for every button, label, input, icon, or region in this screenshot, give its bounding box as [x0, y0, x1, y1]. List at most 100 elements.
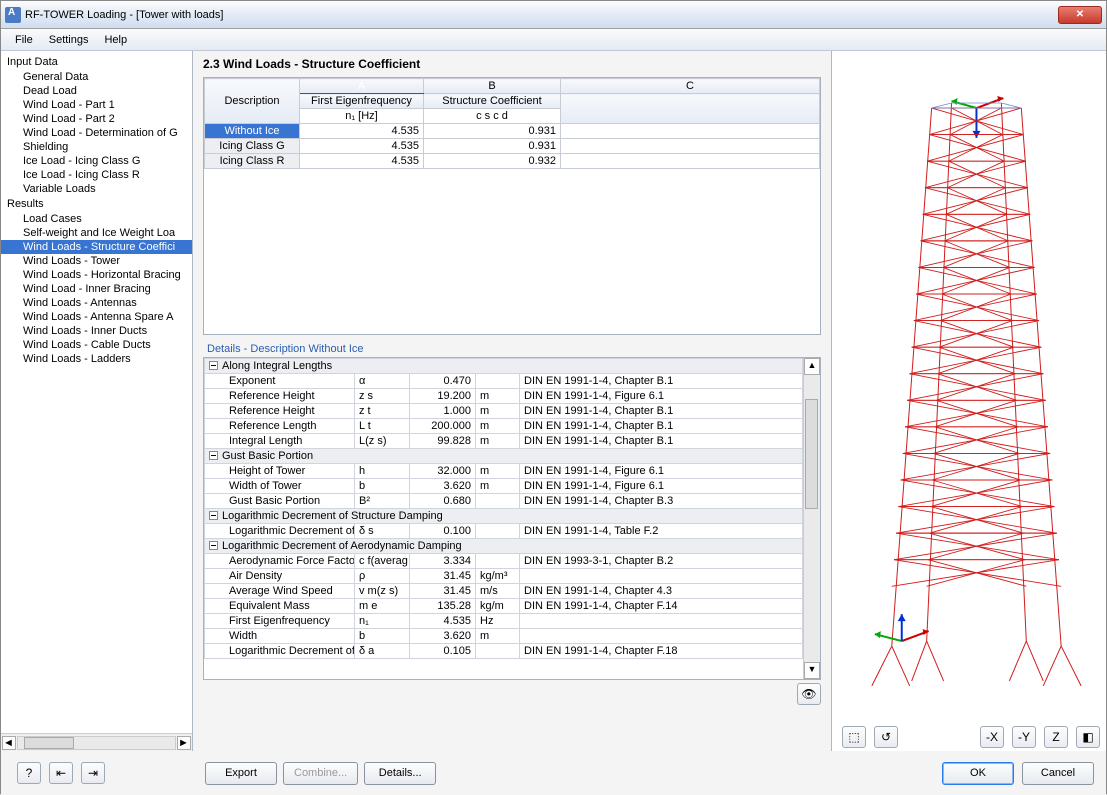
- tree-item[interactable]: Wind Loads - Structure Coeffici: [1, 240, 192, 254]
- detail-unit: m: [476, 464, 520, 479]
- sidebar: Input Data General DataDead LoadWind Loa…: [1, 51, 193, 751]
- tree-item[interactable]: Ice Load - Icing Class R: [1, 168, 192, 182]
- detail-group[interactable]: Logarithmic Decrement of Structure Dampi…: [205, 509, 803, 524]
- main-table[interactable]: Description A B C First Eigenfrequency S…: [203, 77, 821, 335]
- detail-value: 4.535: [410, 614, 476, 629]
- detail-ref: DIN EN 1991-1-4, Chapter B.1: [520, 419, 803, 434]
- table-cell[interactable]: 4.535: [300, 139, 424, 154]
- tree-group-input[interactable]: Input Data: [1, 54, 192, 70]
- tree-item[interactable]: Variable Loads: [1, 182, 192, 196]
- detail-name: Equivalent Mass: [205, 599, 355, 614]
- col-description: Description: [205, 79, 300, 124]
- detail-symbol: m e: [355, 599, 410, 614]
- view-tool-1-icon[interactable]: ⬚: [842, 726, 866, 748]
- tree-item[interactable]: Wind Loads - Inner Ducts: [1, 324, 192, 338]
- detail-unit: m: [476, 419, 520, 434]
- table-cell[interactable]: 0.931: [424, 139, 561, 154]
- tree-item[interactable]: Load Cases: [1, 212, 192, 226]
- detail-symbol: v m(z s): [355, 584, 410, 599]
- tree-item[interactable]: Wind Loads - Ladders: [1, 352, 192, 366]
- tree-item[interactable]: Wind Loads - Cable Ducts: [1, 338, 192, 352]
- table-cell[interactable]: [561, 124, 820, 139]
- tree-item[interactable]: Wind Load - Part 1: [1, 98, 192, 112]
- tree-group-results[interactable]: Results: [1, 196, 192, 212]
- details-vscroll[interactable]: ▲ ▼: [803, 358, 820, 679]
- main-area: Input Data General DataDead LoadWind Loa…: [1, 51, 1106, 751]
- view-iso-button[interactable]: ◧: [1076, 726, 1100, 748]
- table-row-desc[interactable]: Icing Class R: [205, 154, 300, 169]
- combine-button[interactable]: Combine...: [283, 762, 358, 785]
- detail-group[interactable]: Gust Basic Portion: [205, 449, 803, 464]
- detail-group[interactable]: Logarithmic Decrement of Aerodynamic Dam…: [205, 539, 803, 554]
- detail-value: 31.45: [410, 584, 476, 599]
- detail-unit: [476, 494, 520, 509]
- col-a[interactable]: A: [300, 79, 424, 94]
- details-title: Details - Description Without Ice: [193, 335, 831, 357]
- nav-prev-icon[interactable]: ⇤: [49, 762, 73, 784]
- table-cell[interactable]: 4.535: [300, 124, 424, 139]
- ok-button[interactable]: OK: [942, 762, 1014, 785]
- table-row-desc[interactable]: Icing Class G: [205, 139, 300, 154]
- nav-tree[interactable]: Input Data General DataDead LoadWind Loa…: [1, 51, 192, 733]
- tree-item[interactable]: Wind Load - Part 2: [1, 112, 192, 126]
- help-icon[interactable]: ?: [17, 762, 41, 784]
- detail-name: Reference Length: [205, 419, 355, 434]
- table-row-desc[interactable]: Without Ice: [205, 124, 300, 139]
- tree-item[interactable]: Wind Load - Determination of G: [1, 126, 192, 140]
- scroll-down-button[interactable]: ▼: [804, 662, 820, 679]
- cancel-button[interactable]: Cancel: [1022, 762, 1094, 785]
- menu-file[interactable]: File: [7, 32, 41, 48]
- tree-item[interactable]: Wind Loads - Antenna Spare A: [1, 310, 192, 324]
- view-z-button[interactable]: Z: [1044, 726, 1068, 748]
- details-button[interactable]: Details...: [364, 762, 436, 785]
- close-button[interactable]: ✕: [1058, 6, 1102, 24]
- col-b-sub: Structure Coefficient: [424, 94, 561, 109]
- col-a-sub2: n₁ [Hz]: [300, 109, 424, 124]
- menubar: File Settings Help: [1, 29, 1106, 51]
- detail-value: 0.105: [410, 644, 476, 659]
- tree-item[interactable]: General Data: [1, 70, 192, 84]
- tree-item[interactable]: Wind Loads - Tower: [1, 254, 192, 268]
- tree-item[interactable]: Wind Load - Inner Bracing: [1, 282, 192, 296]
- tree-item[interactable]: Ice Load - Icing Class G: [1, 154, 192, 168]
- export-button[interactable]: Export: [205, 762, 277, 785]
- menu-settings[interactable]: Settings: [41, 32, 97, 48]
- col-b[interactable]: B: [424, 79, 561, 94]
- table-cell[interactable]: 0.931: [424, 124, 561, 139]
- nav-next-icon[interactable]: ⇥: [81, 762, 105, 784]
- table-cell[interactable]: [561, 139, 820, 154]
- scroll-left-button[interactable]: ◄: [2, 736, 16, 750]
- scroll-right-button[interactable]: ►: [177, 736, 191, 750]
- detail-symbol: c f(averag: [355, 554, 410, 569]
- view-y-button[interactable]: -Y: [1012, 726, 1036, 748]
- detail-unit: m: [476, 629, 520, 644]
- detail-ref: [520, 569, 803, 584]
- model-viewport[interactable]: [832, 51, 1106, 723]
- tree-item[interactable]: Dead Load: [1, 84, 192, 98]
- detail-ref: DIN EN 1991-1-4, Table F.2: [520, 524, 803, 539]
- scroll-thumb[interactable]: [24, 737, 74, 749]
- scroll-vthumb[interactable]: [805, 399, 818, 509]
- table-cell[interactable]: 0.932: [424, 154, 561, 169]
- col-c[interactable]: C: [561, 79, 820, 94]
- sidebar-hscroll[interactable]: ◄ ►: [1, 733, 192, 751]
- tree-item[interactable]: Self-weight and Ice Weight Loa: [1, 226, 192, 240]
- menu-help[interactable]: Help: [96, 32, 135, 48]
- scroll-up-button[interactable]: ▲: [804, 358, 820, 375]
- view-tool-2-icon[interactable]: ↺: [874, 726, 898, 748]
- tree-item[interactable]: Wind Loads - Horizontal Bracing: [1, 268, 192, 282]
- panel-title: 2.3 Wind Loads - Structure Coefficient: [193, 51, 831, 77]
- detail-name: Aerodynamic Force Factor: [205, 554, 355, 569]
- tree-item[interactable]: Shielding: [1, 140, 192, 154]
- detail-value: 3.620: [410, 629, 476, 644]
- detail-group[interactable]: Along Integral Lengths: [205, 359, 803, 374]
- footer: ? ⇤ ⇥ Export Combine... Details... OK Ca…: [1, 751, 1106, 795]
- scroll-vtrack[interactable]: [804, 375, 820, 662]
- table-cell[interactable]: 4.535: [300, 154, 424, 169]
- tree-item[interactable]: Wind Loads - Antennas: [1, 296, 192, 310]
- view-x-button[interactable]: -X: [980, 726, 1004, 748]
- scroll-track[interactable]: [17, 736, 176, 750]
- details-table[interactable]: Along Integral LengthsExponent α 0.470 D…: [203, 357, 821, 680]
- table-cell[interactable]: [561, 154, 820, 169]
- preview-icon[interactable]: 👁: [797, 683, 821, 705]
